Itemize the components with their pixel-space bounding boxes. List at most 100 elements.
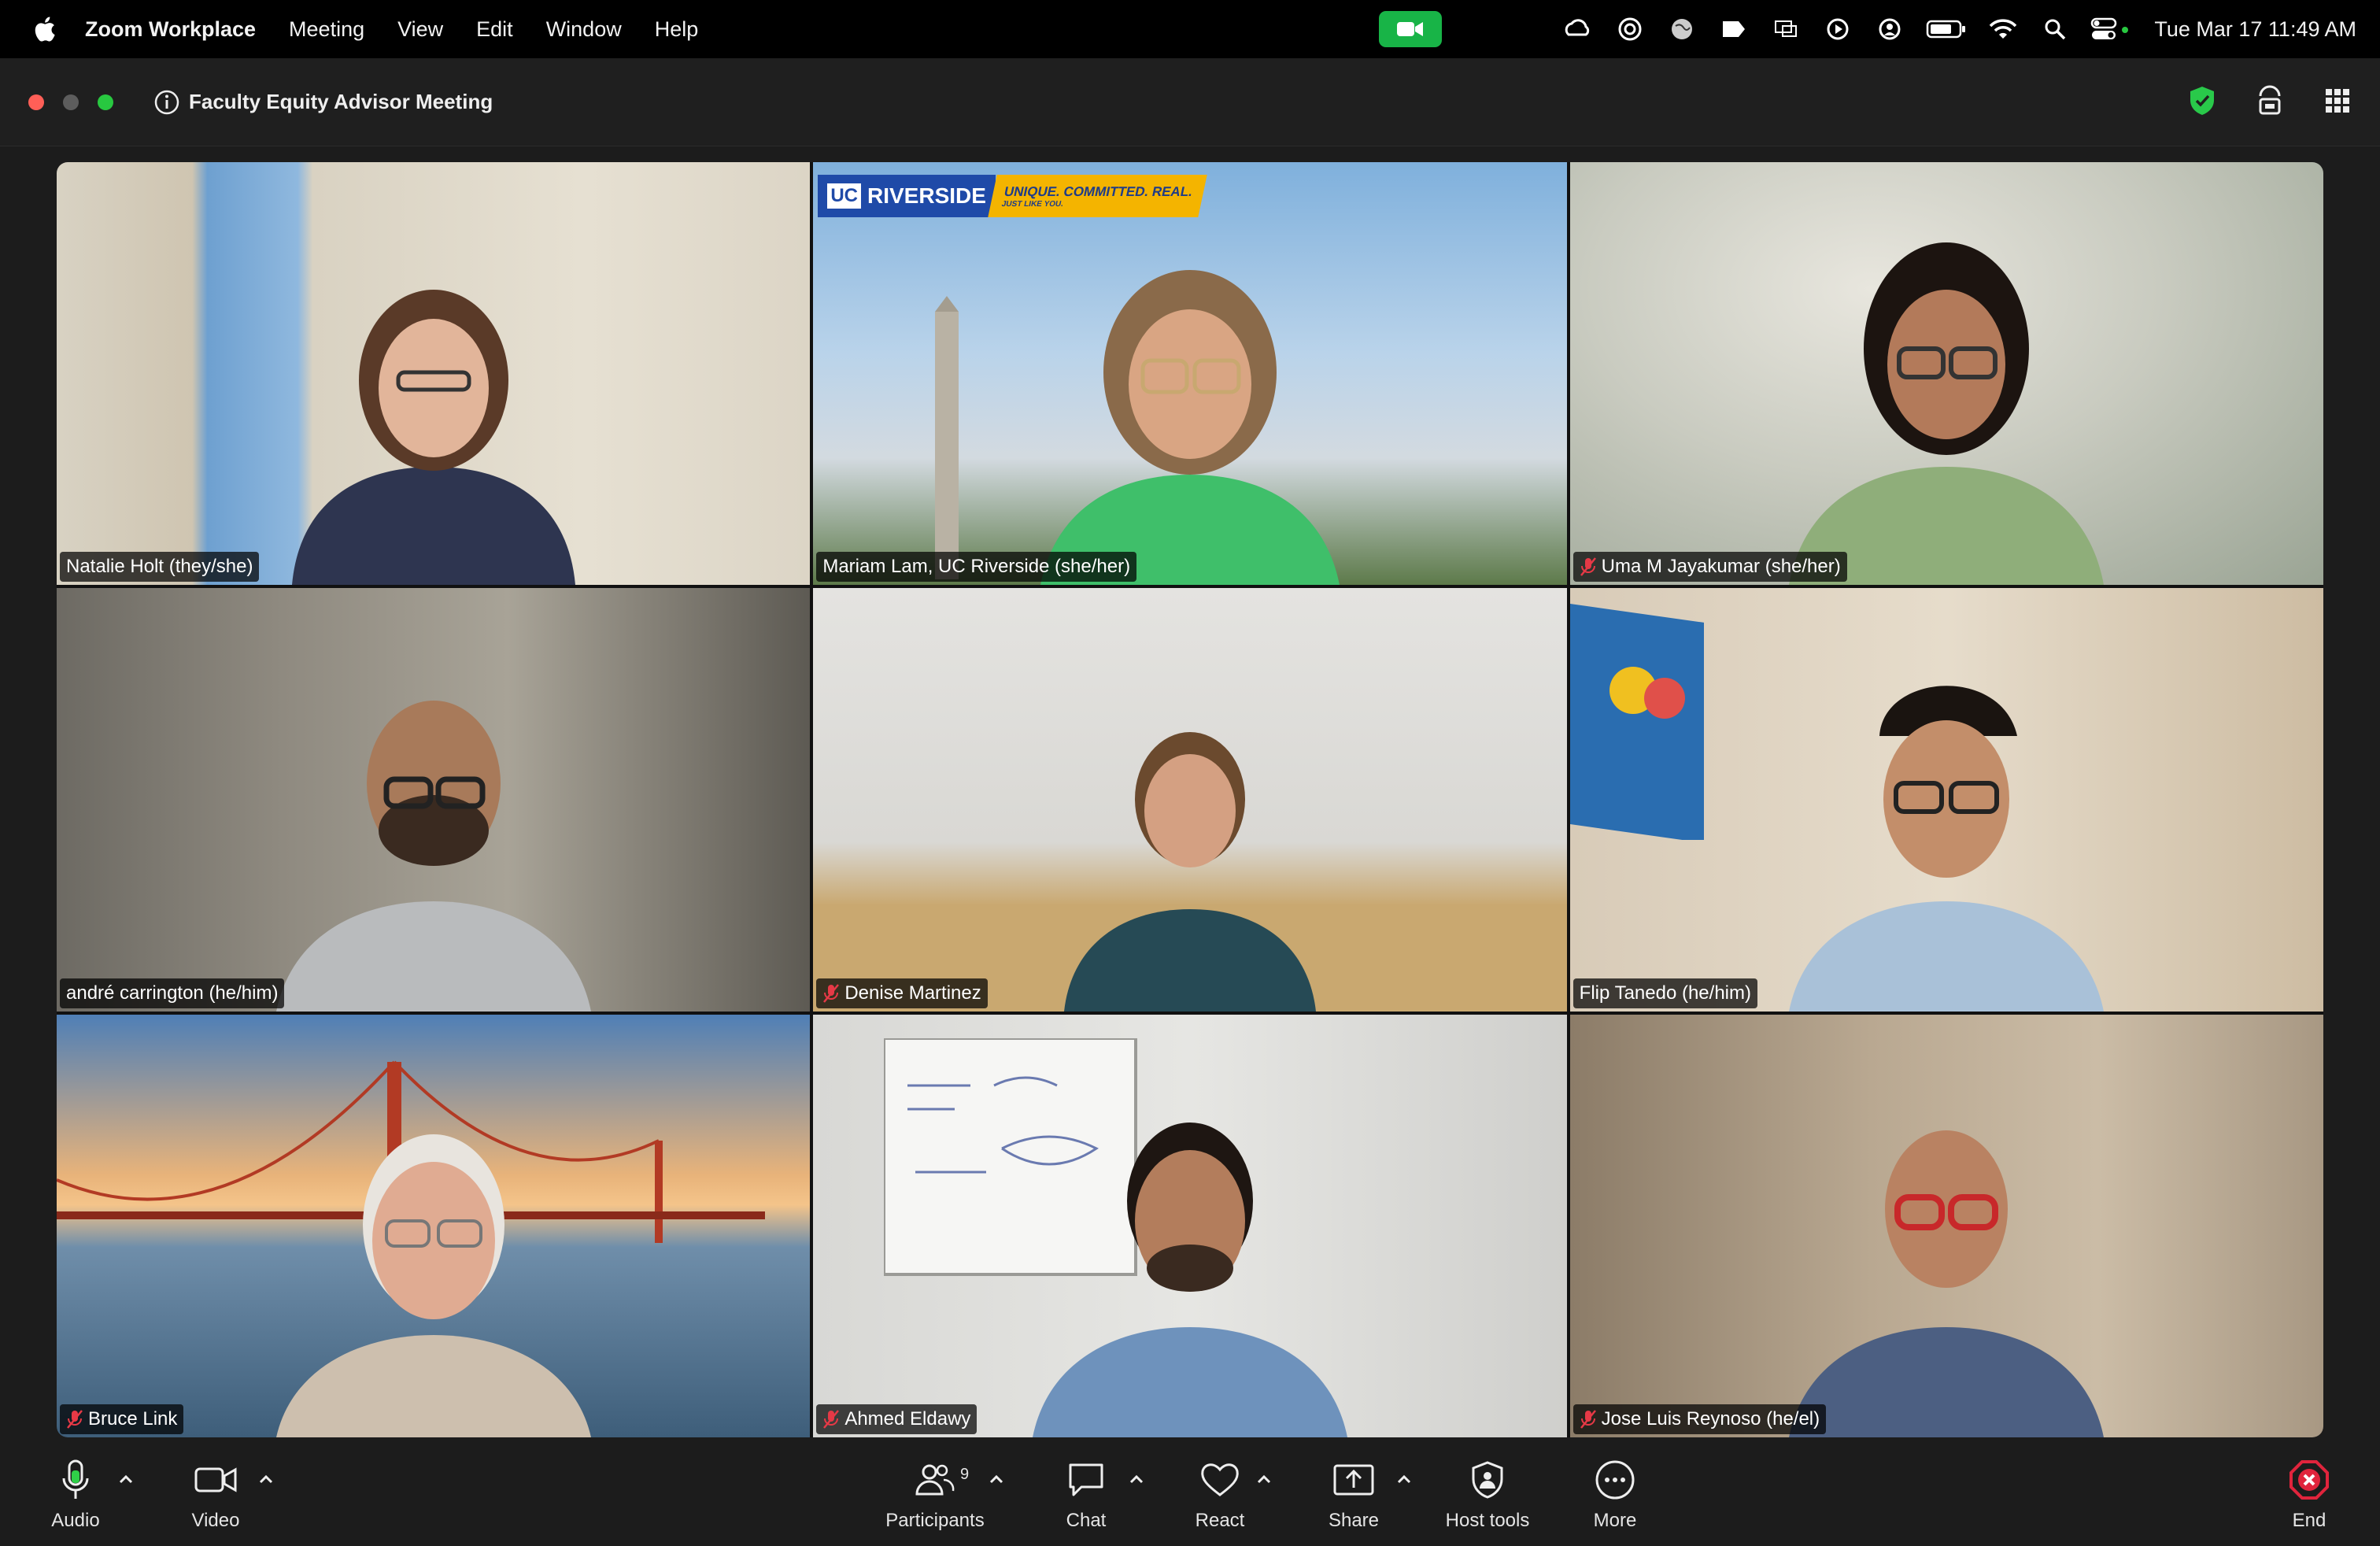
participants-icon [913, 1458, 957, 1502]
menubar-clock[interactable]: Tue Mar 17 11:49 AM [2154, 17, 2356, 42]
participant-name: Ahmed Eldawy [844, 1407, 971, 1429]
participant-name: Jose Luis Reynoso (he/el) [1601, 1407, 1820, 1429]
video-tile-uma-jayakumar[interactable]: Uma M Jayakumar (she/her) [1569, 162, 2323, 586]
globe-icon[interactable] [1665, 13, 1699, 45]
video-tile-ahmed-eldawy[interactable]: Ahmed Eldawy [813, 1014, 1567, 1437]
chat-button[interactable]: Chat [1023, 1458, 1149, 1532]
play-icon[interactable] [1820, 13, 1855, 45]
apple-logo-icon[interactable] [30, 13, 61, 45]
muted-mic-icon [1580, 1410, 1596, 1429]
video-label: Video [191, 1510, 240, 1531]
react-label: React [1195, 1510, 1245, 1531]
participants-count-badge: 9 [960, 1466, 970, 1483]
chat-label: Chat [1066, 1510, 1107, 1531]
more-ellipsis-icon [1593, 1458, 1637, 1502]
ucr-subtagline: JUST LIKE YOU. [1000, 199, 1065, 209]
meeting-title: Faculty Equity Advisor Meeting [189, 90, 493, 113]
screen-mirror-icon[interactable] [1768, 13, 1803, 45]
participant-nameplate: Jose Luis Reynoso (he/el) [1572, 1404, 1827, 1434]
participant-video [1789, 685, 2105, 1012]
camera-icon [194, 1458, 238, 1502]
end-meeting-button[interactable]: End [2246, 1458, 2372, 1532]
muted-mic-icon [823, 1410, 840, 1429]
end-label: End [2292, 1510, 2326, 1531]
participant-nameplate: andré carrington (he/him) [60, 978, 285, 1008]
audio-button[interactable]: Audio [13, 1458, 139, 1532]
share-button[interactable]: Share [1291, 1458, 1417, 1532]
menu-help[interactable]: Help [655, 17, 699, 42]
participants-options-chevron-up-icon[interactable] [987, 1470, 1006, 1489]
ucr-brand-banner: UC RIVERSIDE UNIQUE. COMMITTED. REAL. JUST… [818, 175, 1207, 217]
security-shield-icon[interactable] [2183, 82, 2221, 120]
menu-app-name[interactable]: Zoom Workplace [85, 17, 256, 42]
participant-name: Bruce Link [88, 1407, 178, 1429]
menu-window[interactable]: Window [546, 17, 622, 42]
close-window-button[interactable] [28, 94, 44, 110]
video-button[interactable]: Video [153, 1458, 279, 1532]
vpn-icon[interactable] [1613, 13, 1647, 45]
participant-nameplate: Mariam Lam, UC Riverside (she/her) [816, 552, 1137, 583]
react-options-chevron-up-icon[interactable] [1255, 1470, 1273, 1489]
user-icon[interactable] [1872, 13, 1907, 45]
participant-video [275, 700, 591, 1012]
participant-name: Flip Tanedo (he/him) [1579, 982, 1751, 1004]
more-label: More [1593, 1510, 1637, 1531]
participant-nameplate: Uma M Jayakumar (she/her) [1572, 552, 1847, 583]
menu-meeting[interactable]: Meeting [289, 17, 364, 42]
menu-edit[interactable]: Edit [476, 17, 513, 42]
menu-view[interactable]: View [397, 17, 443, 42]
more-button[interactable]: More [1552, 1458, 1678, 1532]
participant-nameplate: Bruce Link [60, 1404, 184, 1434]
share-options-chevron-up-icon[interactable] [1395, 1470, 1414, 1489]
participant-name: Uma M Jayakumar (she/her) [1601, 556, 1841, 578]
host-tools-button[interactable]: Host tools [1425, 1458, 1550, 1532]
participant-name: Denise Martinez [844, 982, 981, 1004]
notes-icon[interactable] [1717, 13, 1751, 45]
participant-nameplate: Ahmed Eldawy [816, 1404, 978, 1434]
chat-options-chevron-up-icon[interactable] [1127, 1470, 1146, 1489]
battery-icon[interactable] [1924, 13, 1968, 45]
video-options-chevron-up-icon[interactable] [257, 1470, 275, 1489]
minimize-window-button[interactable] [63, 94, 79, 110]
video-tile-mariam-lam[interactable]: UC RIVERSIDE UNIQUE. COMMITTED. REAL. JUST… [813, 162, 1567, 586]
participant-video [1032, 1122, 1347, 1437]
control-center-icon[interactable] [2090, 13, 2134, 45]
participant-video [291, 290, 575, 586]
bell-tower-graphic [935, 296, 959, 579]
react-button[interactable]: React [1157, 1458, 1283, 1532]
participant-nameplate: Denise Martinez [816, 978, 988, 1008]
video-tile-natalie-holt[interactable]: Natalie Holt (they/she) [57, 162, 811, 586]
wifi-icon[interactable] [1986, 13, 2020, 45]
participant-video [1063, 731, 1316, 1012]
uc-logo-text: UC [827, 183, 861, 209]
chat-bubble-icon [1064, 1458, 1108, 1502]
video-tile-jose-luis-reynoso[interactable]: Jose Luis Reynoso (he/el) [1569, 1014, 2323, 1437]
window-title-bar: Faculty Equity Advisor Meeting [0, 58, 2380, 146]
creative-cloud-icon[interactable] [1561, 13, 1595, 45]
gallery-grid-icon[interactable] [2319, 82, 2356, 120]
video-gallery: Natalie Holt (they/she) UC RIVERSIDE UNIQ… [57, 162, 2323, 1437]
muted-mic-icon [1580, 557, 1596, 577]
zoom-camera-indicator-icon[interactable] [1379, 11, 1442, 47]
muted-mic-icon [67, 1410, 83, 1429]
menu-bar: Zoom Workplace Meeting View Edit Window … [0, 0, 2380, 58]
meeting-info-icon[interactable] [153, 88, 181, 117]
video-tile-bruce-link[interactable]: Bruce Link [57, 1014, 811, 1437]
search-icon[interactable] [2038, 13, 2072, 45]
speaker-view-icon[interactable] [2251, 82, 2289, 120]
share-label: Share [1328, 1510, 1380, 1531]
video-tile-denise-martinez[interactable]: Denise Martinez [813, 588, 1567, 1012]
microphone-icon [54, 1458, 98, 1502]
host-shield-icon [1465, 1458, 1510, 1502]
fullscreen-window-button[interactable] [98, 94, 113, 110]
video-tile-flip-tanedo[interactable]: Flip Tanedo (he/him) [1569, 588, 2323, 1012]
participant-video [1789, 242, 2105, 586]
audio-label: Audio [51, 1510, 100, 1531]
participant-nameplate: Natalie Holt (they/she) [60, 552, 260, 583]
participant-nameplate: Flip Tanedo (he/him) [1572, 978, 1757, 1008]
participant-video [1789, 1130, 2105, 1437]
video-tile-andre-carrington[interactable]: andré carrington (he/him) [57, 588, 811, 1012]
ucr-campus-text: RIVERSIDE [867, 183, 986, 208]
audio-options-chevron-up-icon[interactable] [116, 1470, 135, 1489]
participants-button[interactable]: Participants [872, 1458, 998, 1532]
